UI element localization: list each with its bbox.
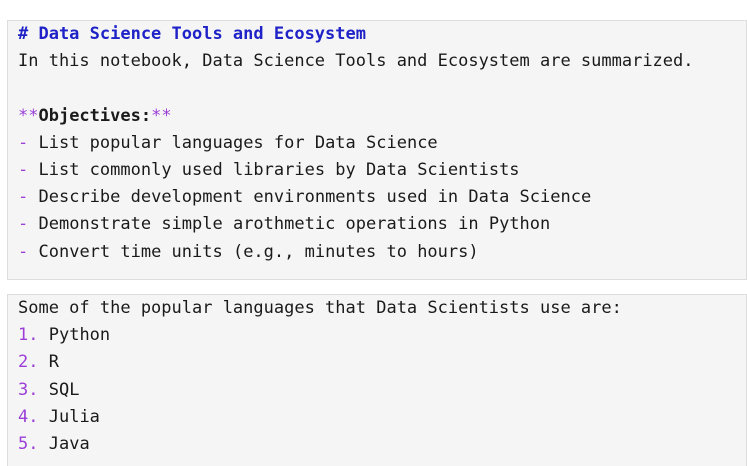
language-name: Julia: [48, 406, 100, 427]
objective-text: Demonstrate simple arothmetic operations…: [38, 214, 551, 235]
language-name: SQL: [48, 379, 80, 400]
intro-text: In this notebook, Data Science Tools and…: [18, 51, 694, 72]
line-languages-intro: Some of the popular languages that Data …: [18, 295, 746, 322]
language-item: 3. SQL: [18, 377, 746, 404]
list-number: 5.: [18, 433, 39, 454]
bold-marker-close: **: [151, 105, 172, 126]
language-item: 4. Julia: [18, 404, 746, 431]
objective-item: - Demonstrate simple arothmetic operatio…: [18, 211, 746, 238]
bullet-marker: -: [18, 187, 29, 208]
objective-text: Describe development environments used i…: [38, 187, 592, 208]
bullet-marker: -: [18, 214, 29, 235]
objective-item: - List popular languages for Data Scienc…: [18, 130, 746, 157]
objective-text: Convert time units (e.g., minutes to hou…: [38, 241, 479, 262]
markdown-cell-languages[interactable]: Some of the popular languages that Data …: [7, 294, 747, 466]
language-item: 2. R: [18, 349, 746, 376]
line-objectives-label: **Objectives:**: [18, 103, 746, 130]
list-number: 1.: [18, 325, 39, 346]
objectives-label: Objectives:: [38, 105, 152, 126]
language-name: Python: [48, 325, 111, 346]
list-number: 3.: [18, 379, 39, 400]
list-number: 4.: [18, 406, 39, 427]
notebook-heading: # Data Science Tools and Ecosystem: [18, 24, 366, 44]
language-name: R: [48, 352, 59, 373]
objective-item: - Convert time units (e.g., minutes to h…: [18, 239, 746, 266]
language-item: 5. Java: [18, 431, 746, 458]
objective-text: List commonly used libraries by Data Sci…: [38, 159, 520, 180]
bullet-marker: -: [18, 159, 29, 180]
bold-marker-open: **: [18, 105, 39, 126]
objective-text: List popular languages for Data Science: [38, 132, 438, 153]
bullet-marker: -: [18, 241, 29, 262]
objective-item: - List commonly used libraries by Data S…: [18, 157, 746, 184]
language-item: 1. Python: [18, 322, 746, 349]
bullet-marker: -: [18, 132, 29, 153]
markdown-cell-intro[interactable]: # Data Science Tools and Ecosystem In th…: [7, 20, 747, 280]
list-number: 2.: [18, 352, 39, 373]
language-name: Java: [48, 433, 90, 454]
objective-item: - Describe development environments used…: [18, 184, 746, 211]
languages-intro-text: Some of the popular languages that Data …: [18, 298, 622, 318]
line-intro: In this notebook, Data Science Tools and…: [18, 48, 746, 75]
line-heading: # Data Science Tools and Ecosystem: [18, 21, 746, 48]
